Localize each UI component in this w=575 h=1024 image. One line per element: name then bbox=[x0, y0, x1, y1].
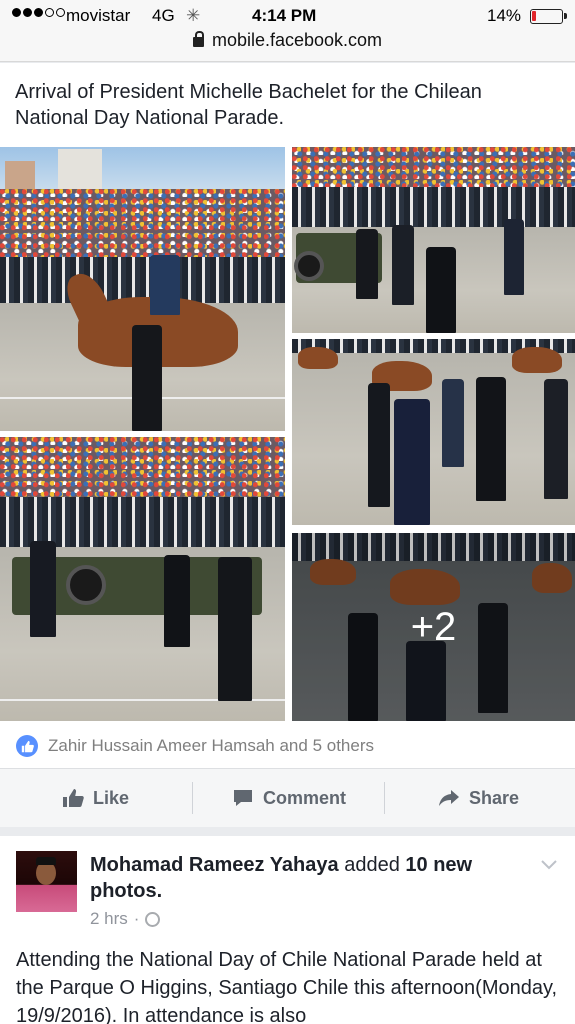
photo-officer bbox=[132, 325, 162, 431]
action-prefix: added bbox=[344, 854, 400, 876]
post-photo-officials-walking[interactable] bbox=[292, 339, 575, 525]
photo-official bbox=[544, 379, 568, 499]
comment-button-label: Comment bbox=[263, 787, 347, 808]
comment-icon bbox=[234, 790, 252, 806]
post-card: Mohamad Rameez Yahaya added 10 new photo… bbox=[0, 836, 575, 1024]
post-header: Mohamad Rameez Yahaya added 10 new photo… bbox=[90, 852, 530, 904]
photo-official bbox=[394, 399, 430, 525]
photo-official bbox=[504, 219, 524, 295]
chevron-down-icon[interactable] bbox=[540, 858, 558, 872]
photo-official bbox=[368, 383, 390, 507]
browser-top-bar: movistar 4G ✳ 4:14 PM 14% mobile.faceboo… bbox=[0, 0, 575, 62]
post-photo-more[interactable]: +2 bbox=[292, 533, 575, 721]
signal-dot bbox=[23, 8, 32, 17]
avatar-hat bbox=[36, 857, 56, 865]
thumbs-up-icon bbox=[63, 789, 84, 807]
photo-horse bbox=[512, 347, 562, 373]
author-avatar[interactable] bbox=[16, 851, 77, 912]
action-count[interactable]: 10 new bbox=[405, 854, 472, 876]
photo-jeep-wheel bbox=[294, 251, 324, 281]
post-photo-horse-guard[interactable] bbox=[0, 147, 285, 431]
signal-dot bbox=[12, 8, 21, 17]
photo-rider bbox=[150, 255, 180, 315]
action-suffix[interactable]: photos. bbox=[90, 880, 162, 902]
network-type: 4G bbox=[152, 6, 175, 25]
photo-crowd bbox=[292, 147, 575, 187]
action-divider bbox=[192, 782, 193, 814]
battery-icon bbox=[530, 9, 567, 24]
post-time[interactable]: 2 hrs bbox=[90, 909, 128, 929]
photo-official bbox=[392, 225, 414, 305]
carrier-name: movistar bbox=[66, 6, 131, 25]
post-photo-jeep-convoy[interactable] bbox=[0, 437, 285, 721]
photo-official bbox=[426, 247, 456, 333]
status-time: 4:14 PM bbox=[252, 6, 317, 25]
share-button-label: Share bbox=[469, 787, 520, 808]
signal-dot bbox=[34, 8, 43, 17]
photo-official bbox=[442, 379, 464, 467]
post-card: Arrival of President Michelle Bachelet f… bbox=[0, 63, 575, 827]
reactions-summary[interactable]: Zahir Hussain Ameer Hamsah and 5 others bbox=[0, 723, 575, 769]
action-divider bbox=[384, 782, 385, 814]
share-button[interactable]: Share bbox=[438, 769, 519, 827]
photo-official bbox=[30, 541, 56, 637]
globe-icon bbox=[145, 911, 161, 927]
more-photos-overlay: +2 bbox=[292, 533, 575, 721]
battery-level-fill bbox=[532, 11, 536, 21]
meta-separator: · bbox=[133, 909, 140, 928]
like-button[interactable]: Like bbox=[62, 769, 129, 827]
likes-text: Zahir Hussain Ameer Hamsah and 5 others bbox=[48, 736, 374, 755]
photo-official bbox=[164, 555, 190, 647]
address-bar[interactable]: mobile.facebook.com bbox=[0, 30, 575, 51]
photo-guard-line bbox=[0, 497, 285, 547]
signal-dot bbox=[45, 8, 54, 17]
activity-spinner-icon: ✳ bbox=[186, 6, 201, 25]
author-name[interactable]: Mohamad Rameez Yahaya bbox=[90, 854, 339, 876]
url-text: mobile.facebook.com bbox=[211, 30, 383, 50]
post-meta: 2 hrs · bbox=[90, 909, 161, 929]
signal-strength-icon bbox=[12, 8, 65, 17]
post-caption: Arrival of President Michelle Bachelet f… bbox=[15, 81, 482, 129]
photo-official bbox=[356, 229, 378, 299]
photo-horse bbox=[298, 347, 338, 369]
lock-icon bbox=[192, 31, 204, 47]
share-icon bbox=[439, 790, 459, 806]
post-photo-jeep-officials[interactable] bbox=[292, 147, 575, 333]
photo-guard-line bbox=[292, 187, 575, 227]
comment-button[interactable]: Comment bbox=[232, 769, 346, 827]
photo-crowd bbox=[0, 189, 285, 257]
post-actions-bar: Like Comment Share bbox=[0, 769, 575, 827]
battery-percent: 14% bbox=[487, 6, 522, 25]
photo-official bbox=[218, 557, 252, 701]
thumbs-up-icon bbox=[16, 735, 38, 757]
status-bar: movistar 4G ✳ 4:14 PM 14% bbox=[0, 5, 575, 29]
photo-crowd bbox=[0, 437, 285, 497]
photo-ground bbox=[292, 353, 575, 525]
like-button-label: Like bbox=[93, 787, 130, 808]
photo-official bbox=[476, 377, 506, 501]
post-body: Attending the National Day of Chile Nati… bbox=[16, 949, 558, 1024]
photo-jeep-wheel bbox=[66, 565, 106, 605]
signal-dot bbox=[56, 8, 65, 17]
